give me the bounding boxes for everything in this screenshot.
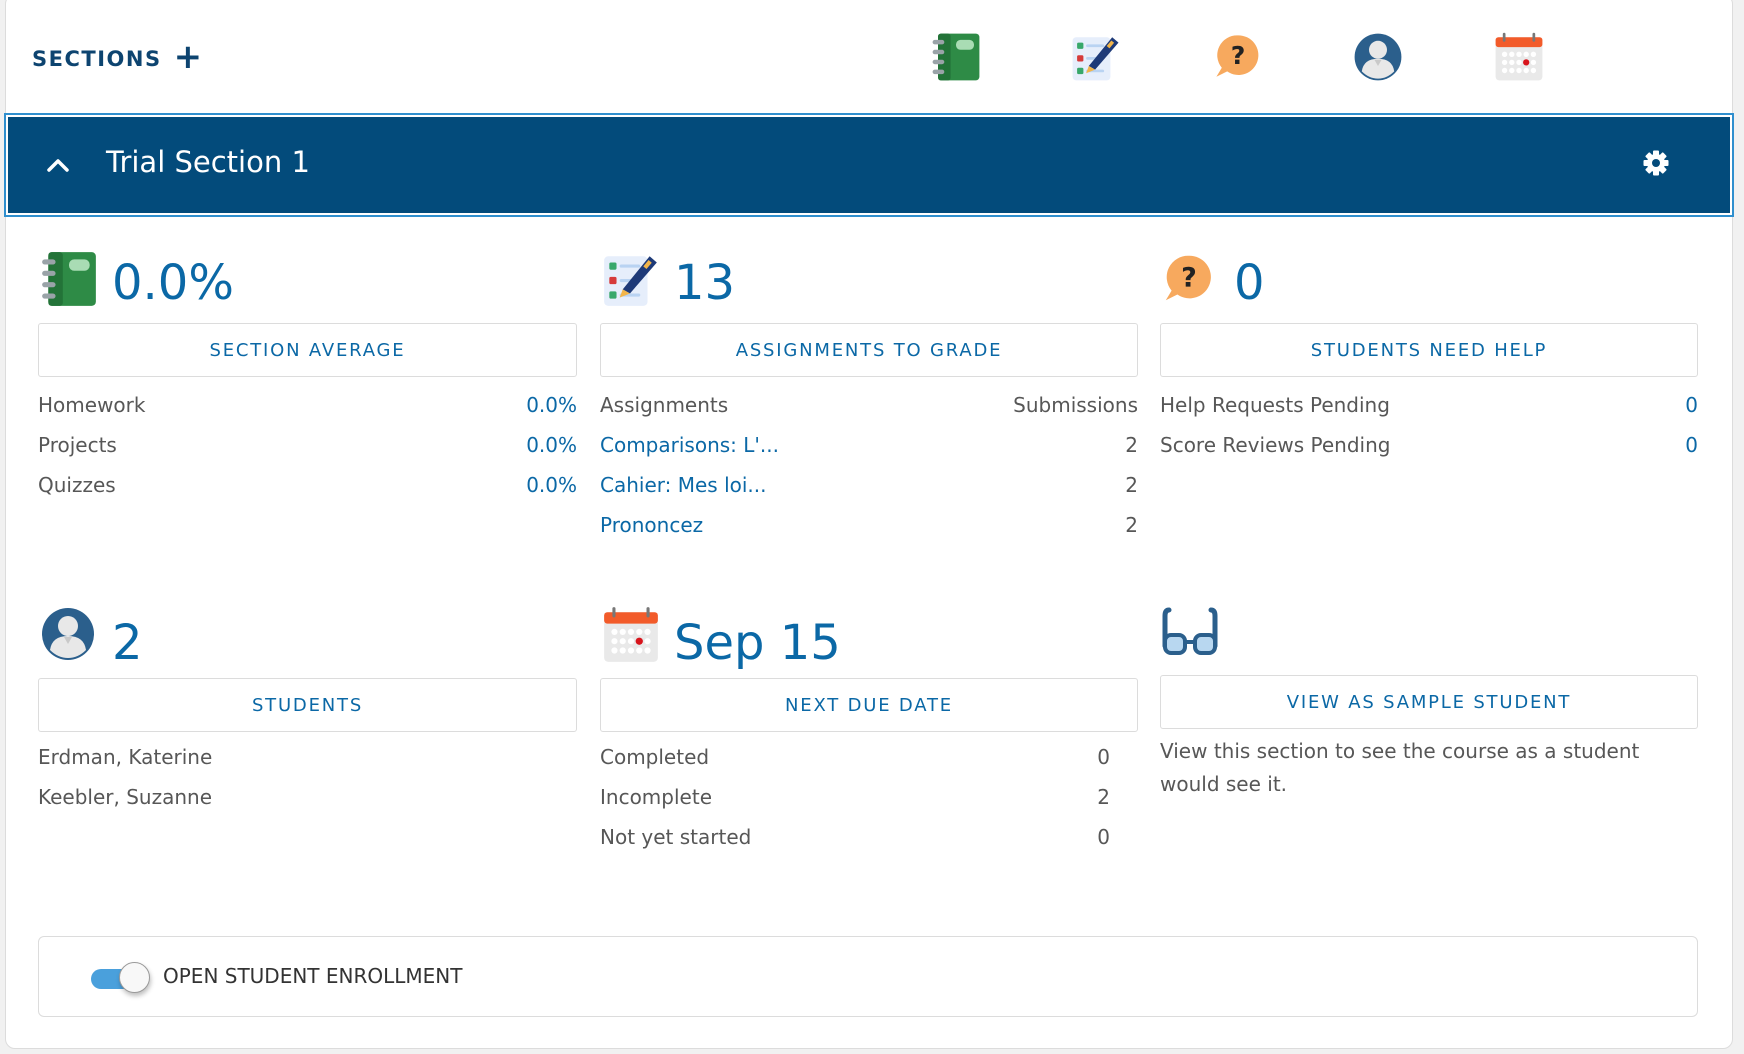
students-card: 2 STUDENTS Erdman, Katerine Keebler, Suz… <box>38 602 577 817</box>
list-item: Not yet started 0 <box>600 817 1110 857</box>
assignments-header: Assignments <box>600 393 729 417</box>
list-item: Quizzes 0.0% <box>38 465 577 505</box>
category-value: 0.0% <box>526 473 577 497</box>
list-item: Comparisons: L'... 2 <box>600 425 1138 465</box>
submission-count: 2 <box>1125 473 1138 497</box>
score-reviews-count[interactable]: 0 <box>1685 433 1698 457</box>
students-need-help-button[interactable]: STUDENTS NEED HELP <box>1160 323 1698 377</box>
sample-student-description: View this section to see the course as a… <box>1160 739 1640 796</box>
open-enrollment-label: OPEN STUDENT ENROLLMENT <box>163 964 463 988</box>
sample-student-card: VIEW AS SAMPLE STUDENT View this section… <box>1160 602 1698 801</box>
help-requests-label: Help Requests Pending <box>1160 393 1390 417</box>
score-reviews-label: Score Reviews Pending <box>1160 433 1391 457</box>
students-icon[interactable] <box>1351 30 1405 84</box>
status-label: Incomplete <box>600 785 712 809</box>
gradebook-icon[interactable] <box>929 30 983 84</box>
students-need-help-value: 0 <box>1234 255 1265 311</box>
column-headers: Assignments Submissions <box>600 385 1138 425</box>
list-item: Prononcez 2 <box>600 505 1138 545</box>
students-count-value: 2 <box>112 615 143 671</box>
assignments-to-grade-button[interactable]: ASSIGNMENTS TO GRADE <box>600 323 1138 377</box>
category-name: Projects <box>38 433 117 457</box>
status-count: 2 <box>1097 785 1110 809</box>
section-average-button[interactable]: SECTION AVERAGE <box>38 323 577 377</box>
category-value: 0.0% <box>526 433 577 457</box>
list-item: Keebler, Suzanne <box>38 777 577 817</box>
status-label: Completed <box>600 745 710 769</box>
list-item: Help Requests Pending 0 <box>1160 385 1698 425</box>
section-average-value: 0.0% <box>112 255 234 311</box>
assignment-link[interactable]: Prononcez <box>600 513 703 537</box>
open-enrollment-toggle[interactable] <box>91 961 151 995</box>
status-count: 0 <box>1097 745 1110 769</box>
gear-icon[interactable] <box>1642 149 1670 177</box>
grading-icon <box>600 248 662 310</box>
glasses-icon <box>1160 602 1220 662</box>
calendar-icon[interactable] <box>1492 30 1546 84</box>
assignments-to-grade-value: 13 <box>674 255 736 311</box>
next-due-date-button[interactable]: NEXT DUE DATE <box>600 678 1138 732</box>
status-label: Not yet started <box>600 825 752 849</box>
category-name: Quizzes <box>38 473 116 497</box>
status-count: 0 <box>1097 825 1110 849</box>
sections-title: SECTIONS <box>32 47 162 71</box>
next-due-date-value: Sep 15 <box>674 615 841 671</box>
list-item: Score Reviews Pending 0 <box>1160 425 1698 465</box>
next-due-date-card: Sep 15 NEXT DUE DATE Completed 0 Incomple… <box>600 602 1138 857</box>
section-header-bar[interactable]: Trial Section 1 <box>4 113 1734 217</box>
student-name: Keebler, Suzanne <box>38 785 213 809</box>
submissions-header: Submissions <box>1013 393 1138 417</box>
sections-header: SECTIONS + <box>32 40 204 74</box>
list-item: Projects 0.0% <box>38 425 577 465</box>
list-item: Cahier: Mes loi... 2 <box>600 465 1138 505</box>
students-button[interactable]: STUDENTS <box>38 678 577 732</box>
section-average-card: 0.0% SECTION AVERAGE Homework 0.0% Projec… <box>38 248 577 505</box>
section-title: Trial Section 1 <box>106 145 310 179</box>
help-icon[interactable] <box>1211 30 1265 84</box>
calendar-icon <box>600 604 662 666</box>
gradebook-icon <box>38 248 100 310</box>
view-as-sample-student-button[interactable]: VIEW AS SAMPLE STUDENT <box>1160 675 1698 729</box>
list-item: Erdman, Katerine <box>38 737 577 777</box>
help-card: 0 STUDENTS NEED HELP Help Requests Pendi… <box>1160 248 1698 465</box>
list-item: Homework 0.0% <box>38 385 577 425</box>
list-item: Incomplete 2 <box>600 777 1110 817</box>
category-name: Homework <box>38 393 146 417</box>
chevron-up-icon[interactable] <box>44 151 72 179</box>
assignments-card: 13 ASSIGNMENTS TO GRADE Assignments Submi… <box>600 248 1138 545</box>
enrollment-panel: OPEN STUDENT ENROLLMENT <box>38 936 1698 1017</box>
plus-icon: + <box>173 37 204 77</box>
toggle-knob <box>119 962 150 993</box>
help-requests-count[interactable]: 0 <box>1685 393 1698 417</box>
list-item: Completed 0 <box>600 737 1110 777</box>
submission-count: 2 <box>1125 433 1138 457</box>
students-icon <box>38 604 98 664</box>
student-name: Erdman, Katerine <box>38 745 213 769</box>
add-section-button[interactable]: + <box>174 40 204 74</box>
category-value: 0.0% <box>526 393 577 417</box>
assignment-link[interactable]: Comparisons: L'... <box>600 433 779 457</box>
help-icon <box>1160 250 1218 308</box>
assignment-link[interactable]: Cahier: Mes loi... <box>600 473 766 497</box>
submission-count: 2 <box>1125 513 1138 537</box>
grading-icon[interactable] <box>1069 30 1123 84</box>
